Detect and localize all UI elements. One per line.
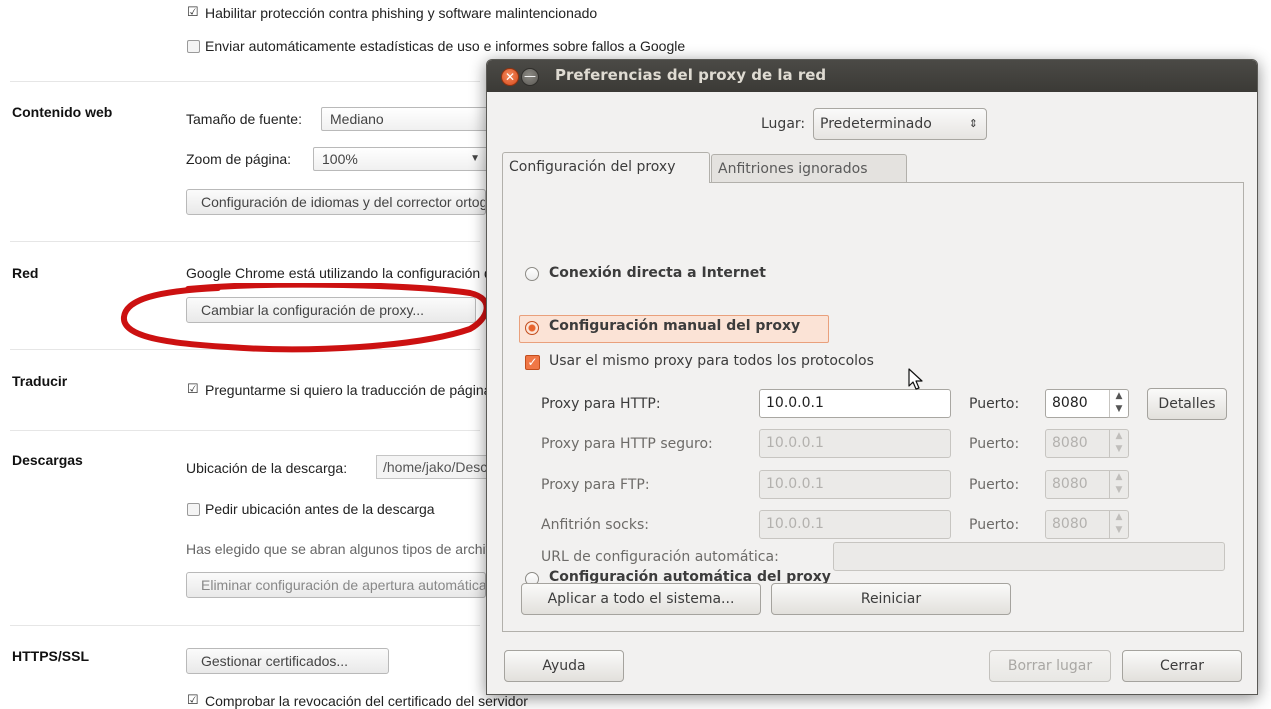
- spinner-arrows-icon[interactable]: ▲ ▼: [1109, 511, 1128, 538]
- proxy-http-host-input[interactable]: 10.0.0.1: [759, 389, 951, 418]
- dialog-titlebar[interactable]: ✕ — Preferencias del proxy de la red: [487, 60, 1257, 92]
- proxy-socks-port-spin[interactable]: 8080 ▲ ▼: [1045, 510, 1129, 539]
- proxy-http-port-spin[interactable]: 8080 ▲ ▼: [1045, 389, 1129, 418]
- checkbox-revocation[interactable]: ☑: [187, 692, 199, 708]
- zoom-value: 100%: [322, 151, 358, 167]
- zoom-select[interactable]: 100% ▼: [313, 147, 493, 171]
- proxy-https-label: Proxy para HTTP seguro:: [541, 436, 713, 452]
- divider: [10, 81, 480, 82]
- section-title-downloads: Descargas: [12, 452, 83, 468]
- proxy-ftp-label: Proxy para FTP:: [541, 477, 650, 493]
- auto-open-note: Has elegido que se abran algunos tipos d…: [186, 541, 508, 557]
- red-annotation-circle: [121, 283, 490, 353]
- apply-system-wide-button[interactable]: Aplicar a todo el sistema...: [521, 583, 761, 615]
- delete-location-button[interactable]: Borrar lugar: [989, 650, 1111, 682]
- checkbox-phishing[interactable]: ☑: [187, 4, 199, 20]
- proxy-http-host-value: 10.0.0.1: [766, 395, 824, 411]
- languages-button[interactable]: Configuración de idiomas y del corrector…: [186, 189, 486, 215]
- font-size-value: Mediano: [330, 111, 384, 127]
- divider: [10, 625, 480, 626]
- font-size-select[interactable]: Mediano: [321, 107, 496, 131]
- section-title-translate: Traducir: [12, 373, 68, 389]
- manual-proxy-label: Configuración manual del proxy: [549, 318, 801, 334]
- details-button[interactable]: Detalles: [1147, 388, 1227, 420]
- mouse-cursor-icon: [908, 368, 923, 390]
- spinner-arrows-icon[interactable]: ▲ ▼: [1109, 471, 1128, 498]
- proxy-https-port-label: Puerto:: [969, 436, 1020, 452]
- proxy-socks-label: Anfitrión socks:: [541, 517, 649, 533]
- location-combo[interactable]: Predeterminado ⇕: [813, 108, 987, 140]
- help-button[interactable]: Ayuda: [504, 650, 624, 682]
- proxy-ftp-host-input[interactable]: 10.0.0.1: [759, 470, 951, 499]
- location-label: Lugar:: [761, 116, 806, 132]
- radio-manual-proxy[interactable]: [525, 321, 539, 335]
- download-location-label: Ubicación de la descarga:: [186, 460, 348, 476]
- divider: [10, 430, 480, 431]
- usage-stats-label: Enviar automáticamente estadísticas de u…: [205, 38, 686, 54]
- section-title-network: Red: [12, 265, 39, 281]
- proxy-socks-host-value: 10.0.0.1: [766, 516, 824, 532]
- spinner-arrows-icon[interactable]: ▲ ▼: [1109, 390, 1128, 417]
- proxy-http-port-value: 8080: [1052, 395, 1088, 411]
- proxy-https-port-spin[interactable]: 8080 ▲ ▼: [1045, 429, 1129, 458]
- auto-url-label: URL de configuración automática:: [541, 549, 779, 565]
- direct-connection-label: Conexión directa a Internet: [549, 265, 766, 281]
- same-proxy-label: Usar el mismo proxy para todos los proto…: [549, 353, 874, 369]
- checkbox-usage-stats[interactable]: [187, 40, 200, 53]
- section-title-https: HTTPS/SSL: [12, 648, 90, 664]
- minimize-icon[interactable]: —: [521, 68, 539, 86]
- proxy-socks-host-input[interactable]: 10.0.0.1: [759, 510, 951, 539]
- close-icon[interactable]: ✕: [501, 68, 519, 86]
- manage-certificates-button[interactable]: Gestionar certificados...: [186, 648, 389, 674]
- proxy-socks-port-label: Puerto:: [969, 517, 1020, 533]
- auto-url-input[interactable]: [833, 542, 1225, 571]
- proxy-https-host-input[interactable]: 10.0.0.1: [759, 429, 951, 458]
- font-size-label: Tamaño de fuente:: [186, 111, 302, 127]
- proxy-ftp-host-value: 10.0.0.1: [766, 476, 824, 492]
- proxy-preferences-dialog: ✕ — Preferencias del proxy de la red Lug…: [486, 59, 1258, 695]
- ask-location-label: Pedir ubicación antes de la descarga: [205, 501, 435, 517]
- radio-direct-connection[interactable]: [525, 267, 539, 281]
- proxy-http-port-label: Puerto:: [969, 396, 1020, 412]
- translate-label: Preguntarme si quiero la traducción de p…: [205, 382, 499, 398]
- revocation-label: Comprobar la revocación del certificado …: [205, 693, 528, 709]
- phishing-label: Habilitar protección contra phishing y s…: [205, 5, 598, 21]
- proxy-https-host-value: 10.0.0.1: [766, 435, 824, 451]
- checkbox-ask-location[interactable]: [187, 503, 200, 516]
- tab-label: Anfitriones ignorados: [718, 161, 868, 177]
- proxy-ftp-port-spin[interactable]: 8080 ▲ ▼: [1045, 470, 1129, 499]
- proxy-ftp-port-value: 8080: [1052, 476, 1088, 492]
- proxy-https-port-value: 8080: [1052, 435, 1088, 451]
- close-button[interactable]: Cerrar: [1122, 650, 1242, 682]
- spinner-arrows-icon[interactable]: ▲ ▼: [1109, 430, 1128, 457]
- clear-auto-open-button[interactable]: Eliminar configuración de apertura autom…: [186, 572, 486, 598]
- chevron-down-icon: ▼: [470, 153, 480, 164]
- tab-proxy-configuration[interactable]: Configuración del proxy: [502, 152, 710, 183]
- dialog-title: Preferencias del proxy de la red: [555, 66, 827, 84]
- reset-button[interactable]: Reiniciar: [771, 583, 1011, 615]
- proxy-http-label: Proxy para HTTP:: [541, 396, 661, 412]
- proxy-socks-port-value: 8080: [1052, 516, 1088, 532]
- section-title-web-content: Contenido web: [12, 104, 113, 120]
- tab-label: Configuración del proxy: [509, 159, 676, 175]
- divider: [10, 241, 480, 242]
- proxy-ftp-port-label: Puerto:: [969, 477, 1020, 493]
- zoom-label: Zoom de página:: [186, 151, 292, 167]
- checkbox-same-proxy[interactable]: ✓: [525, 355, 540, 370]
- tab-ignored-hosts[interactable]: Anfitriones ignorados: [711, 154, 907, 183]
- spinner-arrows-icon: ⇕: [968, 117, 978, 130]
- checkbox-translate[interactable]: ☑: [187, 381, 199, 397]
- location-value: Predeterminado: [820, 116, 932, 132]
